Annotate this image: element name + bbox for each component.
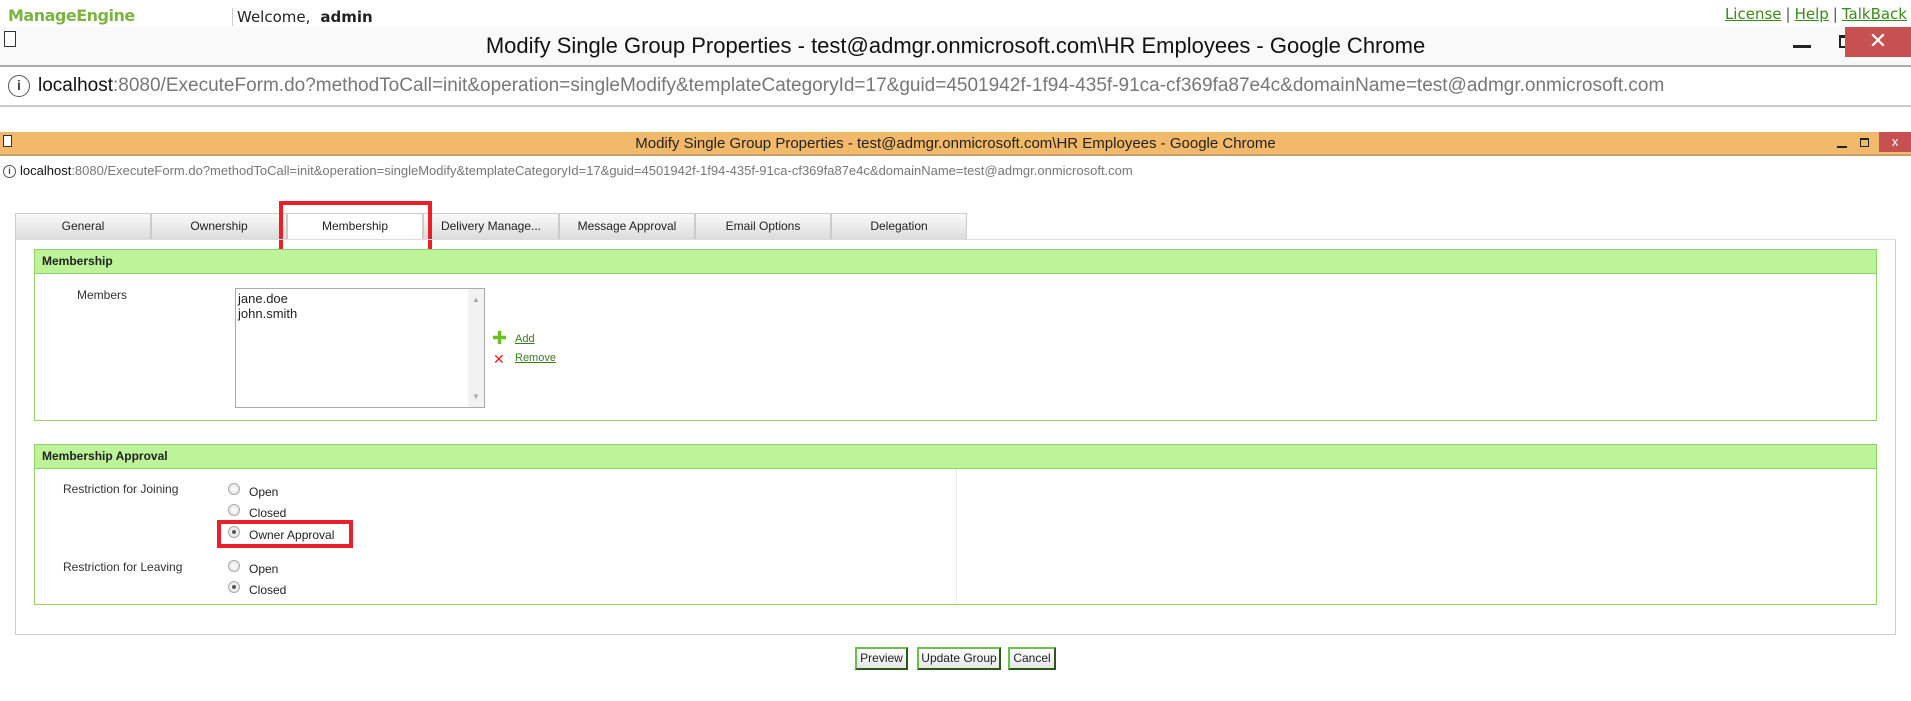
- address-bar[interactable]: i localhost:8080/ExecuteForm.do?methodToC…: [0, 158, 1911, 183]
- tab-message-approval[interactable]: Message Approval: [559, 213, 695, 239]
- leaving-closed-label[interactable]: Closed: [249, 583, 286, 597]
- app-header: ManageEngine Welcome, admin License | Help |…: [0, 0, 1911, 27]
- joining-closed-label[interactable]: Closed: [249, 506, 286, 520]
- joining-closed-radio[interactable]: [228, 504, 240, 516]
- address-bar[interactable]: i localhost:8080/ExecuteForm.do?methodToC…: [0, 67, 1911, 107]
- joining-open-label[interactable]: Open: [249, 485, 278, 499]
- minimize-button[interactable]: [1837, 146, 1847, 148]
- list-item[interactable]: john.smith: [238, 306, 482, 321]
- url-path: :8080/ExecuteForm.do?methodToCall=init&o…: [71, 163, 1133, 178]
- close-button[interactable]: ✕: [1845, 27, 1911, 57]
- close-button[interactable]: x: [1879, 132, 1911, 152]
- tab-delegation[interactable]: Delegation: [831, 213, 967, 239]
- leaving-open-label[interactable]: Open: [249, 562, 278, 576]
- talkback-link[interactable]: TalkBack: [1842, 5, 1907, 23]
- url-host: localhost: [38, 75, 113, 96]
- welcome-label: Welcome,: [237, 8, 311, 26]
- url-host: localhost: [20, 163, 72, 178]
- welcome-text: Welcome, admin: [232, 8, 373, 26]
- scrollbar[interactable]: ▲ ▼: [468, 289, 484, 407]
- list-item[interactable]: jane.doe: [238, 291, 482, 306]
- tab-delivery-management[interactable]: Delivery Manage...: [423, 213, 559, 239]
- url-path: :8080/ExecuteForm.do?methodToCall=init&o…: [113, 75, 1665, 96]
- info-icon[interactable]: i: [3, 165, 16, 179]
- header-links: License | Help | TalkBack: [1724, 5, 1907, 23]
- cancel-button[interactable]: Cancel: [1008, 647, 1056, 670]
- leaving-label: Restriction for Leaving: [63, 560, 183, 574]
- tab-ownership[interactable]: Ownership: [151, 213, 287, 239]
- license-link[interactable]: License: [1725, 5, 1782, 23]
- window-title: Modify Single Group Properties - test@ad…: [635, 135, 1276, 152]
- leaving-open-radio[interactable]: [228, 560, 240, 572]
- username: admin: [320, 8, 373, 26]
- section-header: Membership: [35, 250, 1876, 274]
- section-header: Membership Approval: [35, 445, 1876, 469]
- leaving-closed-radio[interactable]: [228, 581, 240, 593]
- column-divider: [956, 469, 957, 604]
- tab-email-options[interactable]: Email Options: [695, 213, 831, 239]
- manageengine-logo: ManageEngine: [8, 6, 135, 25]
- add-link[interactable]: Add: [515, 333, 535, 345]
- tab-bar: General Ownership Membership Delivery Ma…: [15, 213, 967, 239]
- tab-general[interactable]: General: [15, 213, 151, 239]
- window-title: Modify Single Group Properties - test@ad…: [485, 33, 1426, 58]
- joining-open-radio[interactable]: [228, 483, 240, 495]
- remove-link[interactable]: Remove: [515, 352, 556, 364]
- info-icon[interactable]: i: [8, 74, 30, 97]
- add-icon[interactable]: ✚: [492, 330, 507, 348]
- help-link[interactable]: Help: [1795, 5, 1829, 23]
- update-group-button[interactable]: Update Group: [917, 647, 1001, 670]
- remove-icon[interactable]: ✕: [493, 352, 505, 368]
- restore-button[interactable]: [1860, 138, 1869, 147]
- members-label: Members: [77, 288, 128, 302]
- preview-button[interactable]: Preview: [855, 647, 908, 670]
- inner-window-titlebar: Modify Single Group Properties - test@ad…: [0, 132, 1911, 156]
- highlight-owner-approval: [217, 520, 353, 548]
- members-listbox[interactable]: jane.doe john.smith ▲ ▼: [235, 288, 485, 408]
- joining-label: Restriction for Joining: [63, 482, 179, 496]
- outer-window-titlebar: Modify Single Group Properties - test@ad…: [0, 27, 1911, 67]
- minimize-button[interactable]: [1793, 45, 1811, 48]
